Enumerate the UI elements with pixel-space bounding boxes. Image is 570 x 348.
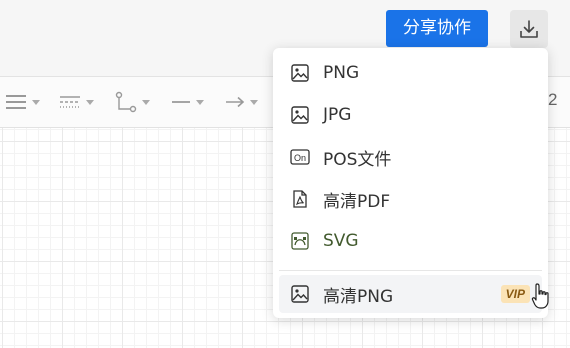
share-collaborate-button[interactable]: 分享协作: [386, 10, 488, 47]
menu-item-label: PNG: [323, 63, 360, 83]
chevron-down-icon: [86, 99, 94, 105]
export-menu: PNG JPG On POS文件 高清PDF SVG 高清PNG VIP: [273, 48, 548, 318]
chevron-down-icon: [32, 99, 40, 105]
export-svg-item[interactable]: SVG: [279, 222, 542, 260]
menu-item-label: 高清PDF: [323, 191, 391, 212]
image-icon: [289, 104, 311, 126]
line-align-icon: [6, 95, 26, 109]
pdf-icon: [289, 188, 311, 210]
arrow-style-icon: [226, 96, 245, 108]
export-pdf-item[interactable]: 高清PDF: [279, 180, 542, 218]
dash-style-tool[interactable]: [58, 89, 94, 115]
download-button[interactable]: [510, 10, 548, 48]
image-icon: [289, 62, 311, 84]
connector-tool[interactable]: [114, 89, 150, 115]
pos-file-icon: On: [289, 146, 311, 168]
download-icon: [520, 20, 538, 38]
menu-item-label: 高清PNG: [323, 286, 394, 307]
export-jpg-item[interactable]: JPG: [279, 96, 542, 134]
dash-style-icon: [60, 96, 80, 108]
export-hd-png-item[interactable]: 高清PNG VIP: [279, 275, 542, 313]
export-png-item[interactable]: PNG: [279, 54, 542, 92]
connector-icon: [115, 91, 137, 113]
line-style-tool[interactable]: [170, 89, 204, 115]
vip-badge: VIP: [500, 285, 530, 303]
svg-text:On: On: [294, 153, 306, 163]
menu-item-label: JPG: [323, 105, 352, 125]
menu-item-label: POS文件: [323, 149, 392, 170]
toolbar-edge-text: 2: [548, 90, 558, 109]
arrow-style-tool[interactable]: [224, 89, 258, 115]
chevron-down-icon: [250, 99, 258, 105]
line-style-icon: [172, 101, 190, 103]
hand-cursor-icon: [531, 283, 549, 309]
chevron-down-icon: [142, 99, 150, 105]
svg-icon: [289, 230, 311, 252]
menu-divider: [279, 270, 542, 271]
menu-item-label: SVG: [323, 231, 359, 251]
chevron-down-icon: [196, 99, 204, 105]
image-icon: [289, 283, 311, 305]
line-align-tool[interactable]: [4, 89, 40, 115]
export-pos-item[interactable]: On POS文件: [279, 138, 542, 176]
